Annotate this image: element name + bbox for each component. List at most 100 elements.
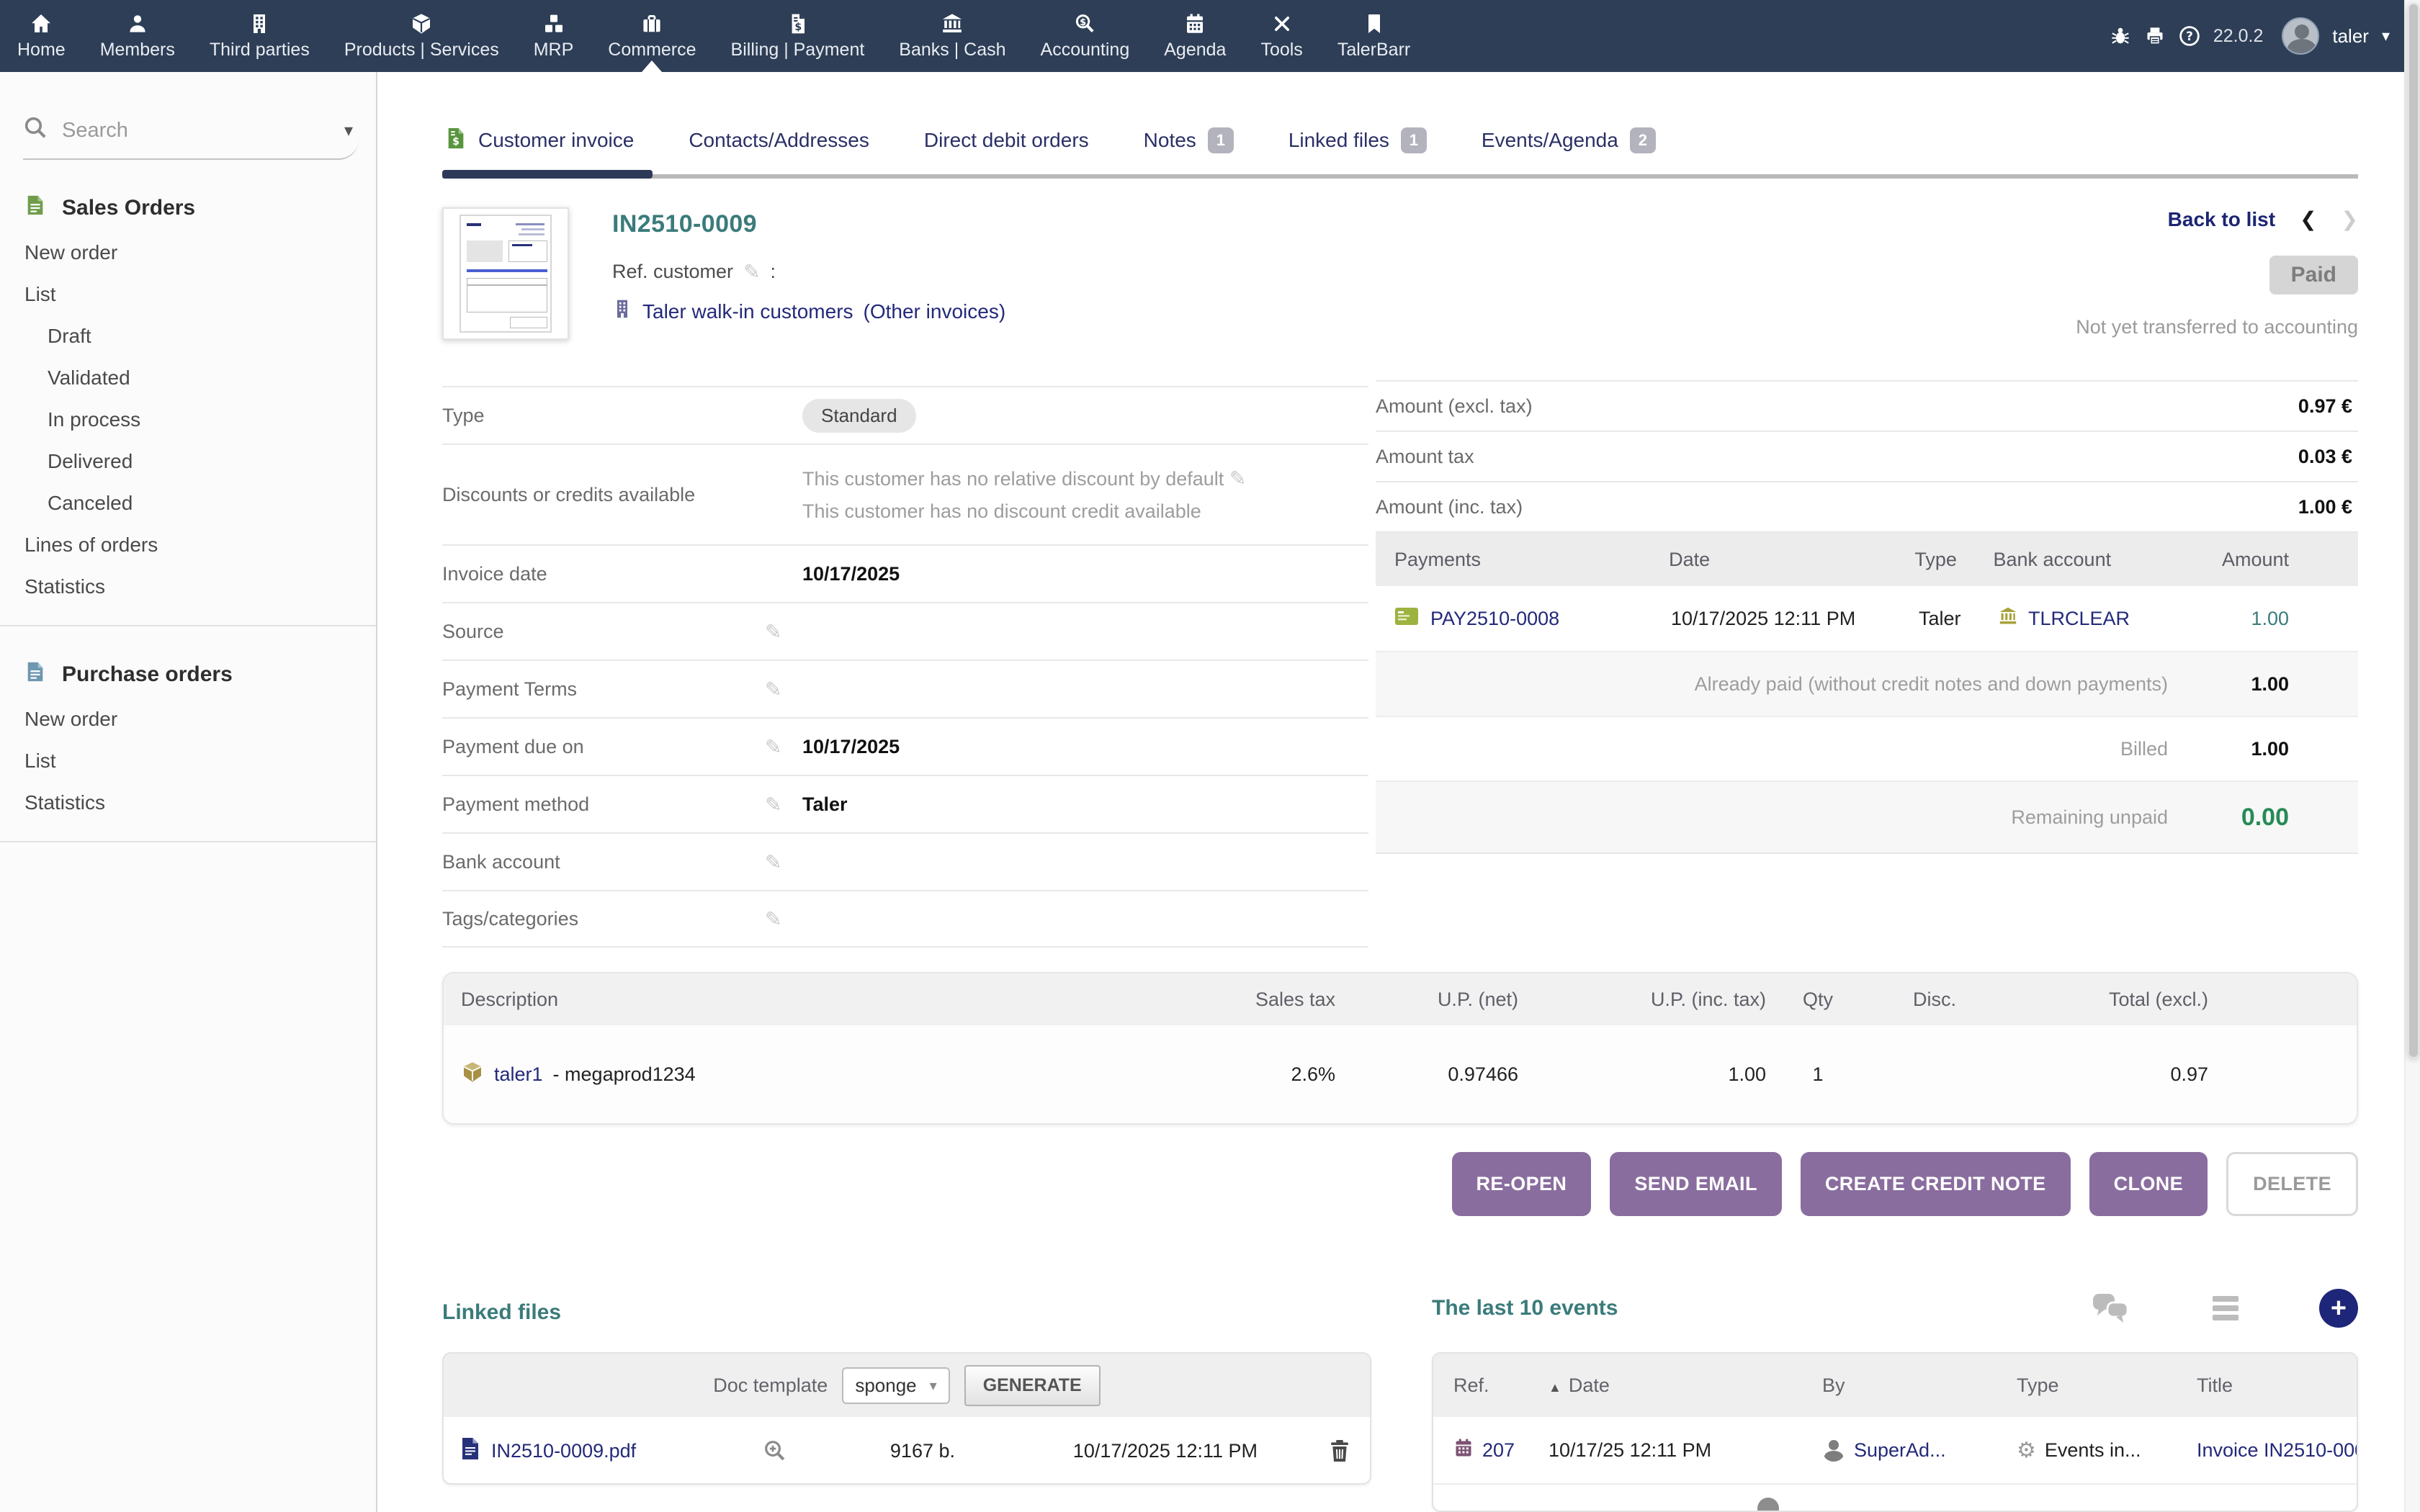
event-title-link[interactable]: Invoice IN2510-0009 change	[2197, 1439, 2357, 1461]
reopen-button[interactable]: RE-OPEN	[1452, 1152, 1592, 1216]
nav-mrp[interactable]: MRP	[516, 0, 591, 72]
tab-direct-debit-orders[interactable]: Direct debit orders	[897, 107, 1116, 174]
other-invoices-link[interactable]: (Other invoices)	[864, 300, 1006, 323]
sidebar-item-in-process[interactable]: In process	[0, 399, 376, 441]
send-email-button[interactable]: SEND EMAIL	[1610, 1152, 1782, 1216]
line-total: 0.97	[1999, 1063, 2208, 1086]
sidebar-item-po-new-order[interactable]: New order	[0, 698, 376, 740]
nav-third-parties[interactable]: Third parties	[192, 0, 327, 72]
purchase-orders-header[interactable]: Purchase orders	[0, 652, 376, 698]
file-date: 10/17/2025 12:11 PM	[955, 1440, 1258, 1462]
user-silhouette-icon	[1757, 1498, 1779, 1512]
messages-icon[interactable]	[2080, 1292, 2141, 1324]
sidebar-item-po-list[interactable]: List	[0, 740, 376, 782]
nav-home[interactable]: Home	[0, 0, 83, 72]
customer-link[interactable]: Taler walk-in customers	[642, 300, 853, 323]
doc-template-select[interactable]: sponge ▾	[842, 1367, 949, 1404]
nav-products-services[interactable]: Products | Services	[327, 0, 516, 72]
user-avatar[interactable]	[2282, 17, 2319, 55]
back-to-list-link[interactable]: Back to list	[2168, 208, 2275, 231]
product-box-icon	[410, 12, 433, 35]
invoice-ref: IN2510-0009	[612, 210, 1005, 238]
print-icon[interactable]	[2144, 25, 2166, 47]
invoice-dollar-icon: $	[786, 12, 809, 35]
event-calendar-icon	[1453, 1437, 1474, 1464]
nav-billing-payment[interactable]: $ Billing | Payment	[714, 0, 882, 72]
generate-button[interactable]: GENERATE	[964, 1365, 1101, 1406]
user-caret-icon[interactable]: ▾	[2382, 27, 2390, 45]
create-credit-note-button[interactable]: CREATE CREDIT NOTE	[1801, 1152, 2071, 1216]
payment-ref-link[interactable]: PAY2510-0008	[1430, 608, 1559, 630]
delete-file-icon[interactable]	[1258, 1439, 1370, 1462]
sidebar-item-delivered[interactable]: Delivered	[0, 441, 376, 482]
sidebar-item-statistics[interactable]: Statistics	[0, 566, 376, 608]
sidebar-item-validated[interactable]: Validated	[0, 357, 376, 399]
bank-account-link[interactable]: TLRCLEAR	[2028, 608, 2130, 630]
sidebar-item-new-order[interactable]: New order	[0, 232, 376, 274]
edit-payment-terms-icon[interactable]: ✎	[765, 678, 781, 701]
invoice-identity: IN2510-0009 Ref. customer ✎ : Taler walk…	[612, 207, 1005, 366]
calendar-icon	[1183, 12, 1206, 35]
amount-tax-value: 0.03 €	[2298, 446, 2358, 468]
edit-source-icon[interactable]: ✎	[765, 621, 781, 643]
edit-tags-icon[interactable]: ✎	[765, 908, 781, 930]
payment-date: 10/17/2025 12:11 PM	[1657, 608, 1919, 630]
detail-row-invoice-date: Invoice date 10/17/2025	[442, 544, 1368, 602]
nav-agenda[interactable]: Agenda	[1147, 0, 1243, 72]
tools-icon	[1270, 12, 1294, 35]
bug-report-icon[interactable]	[2110, 25, 2131, 47]
app-window: Home Members Third parties Products | Se…	[0, 0, 2420, 1512]
talerbarr-icon	[1363, 12, 1386, 35]
event-ref-link[interactable]: 207	[1482, 1439, 1515, 1462]
version-label: 22.0.2	[2213, 26, 2264, 47]
product-link[interactable]: taler1	[494, 1063, 543, 1086]
event-user-link[interactable]: SuperAd...	[1854, 1439, 1946, 1462]
nav-tools[interactable]: Tools	[1243, 0, 1319, 72]
tab-notes[interactable]: Notes1	[1116, 107, 1261, 174]
user-menu[interactable]: taler	[2332, 25, 2369, 48]
sidebar-item-po-statistics[interactable]: Statistics	[0, 782, 376, 824]
edit-payment-due-icon[interactable]: ✎	[765, 736, 781, 758]
sidebar-item-draft[interactable]: Draft	[0, 315, 376, 357]
tab-linked-files[interactable]: Linked files1	[1261, 107, 1454, 174]
help-icon[interactable]: ?	[2179, 25, 2200, 47]
line-up-net: 0.97466	[1335, 1063, 1518, 1086]
edit-payment-method-icon[interactable]: ✎	[765, 793, 781, 816]
search-dollar-icon: $	[1073, 12, 1096, 35]
payments-table: Payments Date Type Bank account Amount P…	[1376, 531, 2358, 854]
delete-button[interactable]: DELETE	[2226, 1152, 2358, 1216]
amount-inc-tax-row: Amount (inc. tax) 1.00 €	[1376, 481, 2358, 531]
amount-excl-tax-value: 0.97 €	[2298, 395, 2358, 418]
sort-asc-icon[interactable]: ▲	[1549, 1380, 1561, 1395]
tab-contacts-addresses[interactable]: Contacts/Addresses	[661, 107, 897, 174]
sales-orders-header[interactable]: Sales Orders	[0, 186, 376, 232]
search-options-caret-icon[interactable]: ▾	[344, 120, 359, 141]
nav-members[interactable]: Members	[83, 0, 192, 72]
search-input[interactable]	[62, 119, 278, 143]
tab-events-agenda[interactable]: Events/Agenda2	[1454, 107, 1683, 174]
nav-banks-cash[interactable]: Banks | Cash	[882, 0, 1023, 72]
previous-record-icon[interactable]: ❮	[2300, 207, 2316, 231]
sidebar-item-canceled[interactable]: Canceled	[0, 482, 376, 524]
tab-customer-invoice[interactable]: $ Customer invoice	[442, 107, 661, 174]
edit-discount-icon[interactable]: ✎	[1229, 467, 1246, 490]
scrollbar-thumb[interactable]	[2408, 3, 2419, 1058]
linked-files-panel: Doc template sponge ▾ GENERATE IN2510-00…	[442, 1352, 1371, 1485]
list-view-icon[interactable]	[2195, 1295, 2256, 1322]
edit-bank-account-icon[interactable]: ✎	[765, 851, 781, 873]
preview-zoom-icon[interactable]	[732, 1439, 818, 1463]
banner-right: Back to list ❮ ❯ Paid Not yet transferre…	[2076, 207, 2358, 366]
nav-accounting[interactable]: $ Accounting	[1023, 0, 1147, 72]
edit-ref-customer-icon[interactable]: ✎	[743, 260, 760, 284]
pdf-file-icon	[461, 1437, 480, 1465]
add-event-button[interactable]: +	[2319, 1289, 2358, 1328]
sidebar-item-list[interactable]: List	[0, 274, 376, 315]
invoice-details-table: Type Standard Discounts or credits avail…	[442, 386, 1368, 948]
clone-button[interactable]: CLONE	[2089, 1152, 2208, 1216]
sidebar-section-purchase-orders: Purchase orders New order List Statistic…	[0, 626, 376, 842]
nav-commerce[interactable]: Commerce	[591, 0, 713, 72]
invoice-pdf-thumbnail[interactable]	[442, 207, 569, 340]
nav-talerbarr[interactable]: TalerBarr	[1320, 0, 1428, 72]
file-name-link[interactable]: IN2510-0009.pdf	[491, 1440, 636, 1462]
sidebar-item-lines-of-orders[interactable]: Lines of orders	[0, 524, 376, 566]
